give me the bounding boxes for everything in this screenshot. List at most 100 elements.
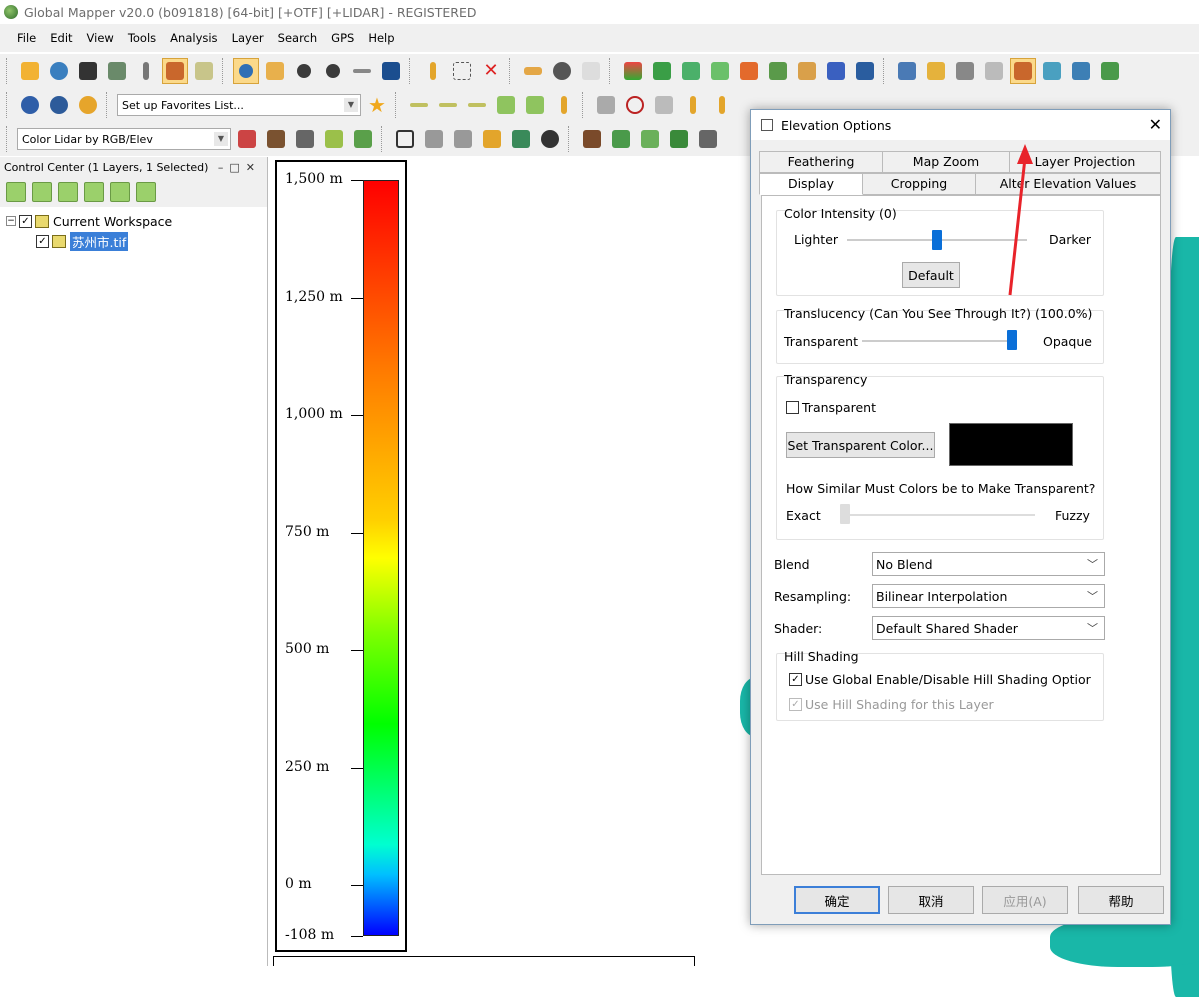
bug-icon[interactable] [537,126,563,152]
workspace-node[interactable]: − ✓ Current Workspace [6,211,267,231]
grass-icon[interactable] [608,126,634,152]
layer-label[interactable]: 苏州市.tif [70,231,129,251]
edit-shape-icon[interactable] [709,92,735,118]
pan-hand-icon[interactable] [262,58,288,84]
web-globe-icon[interactable] [17,92,43,118]
open-folder-icon[interactable] [17,58,43,84]
tab-map-zoom[interactable]: Map Zoom [882,151,1010,173]
terrain-icon-3[interactable] [678,58,704,84]
water-icon[interactable] [1039,58,1065,84]
lidar-points-icon[interactable] [234,126,260,152]
mountain-icon[interactable] [579,126,605,152]
ruler-icon[interactable] [1010,58,1036,84]
terrain-icon-5[interactable] [736,58,762,84]
layer-view-eye-icon[interactable] [136,182,156,202]
menu-view[interactable]: View [80,31,121,45]
building-icon[interactable] [695,126,721,152]
classify-icon[interactable] [508,126,534,152]
menu-help[interactable]: Help [361,31,401,45]
pencil-icon[interactable] [420,58,446,84]
tab-display[interactable]: Display [759,173,863,195]
terrain-icon-1[interactable] [620,58,646,84]
terrain-icon-6[interactable] [765,58,791,84]
target-icon[interactable] [622,92,648,118]
feature-info-icon[interactable] [578,58,604,84]
lidar-color-dropdown[interactable]: Color Lidar by RGB/Elev ▼ [17,128,231,150]
export-icon[interactable] [104,58,130,84]
digitize-edit-icon[interactable] [551,92,577,118]
lidar-terrain-icon[interactable] [263,126,289,152]
digitize-curve-icon[interactable] [464,92,490,118]
terrain-icon-8[interactable] [823,58,849,84]
blend-select[interactable]: No Blend ﹀ [872,552,1105,576]
default-button[interactable]: Default [902,262,960,288]
menu-search[interactable]: Search [271,31,325,45]
layer-node[interactable]: ✓ 苏州市.tif [6,231,267,251]
bush-icon[interactable] [637,126,663,152]
globe-icon[interactable] [46,58,72,84]
save-icon[interactable] [75,58,101,84]
measure-icon[interactable] [520,58,546,84]
water-drop-icon[interactable] [1068,58,1094,84]
info-icon[interactable] [549,58,575,84]
wrench-icon[interactable] [133,58,159,84]
menu-file[interactable]: File [10,31,43,45]
cancel-button[interactable]: 取消 [888,886,974,914]
menu-edit[interactable]: Edit [43,31,79,45]
zoom-out-icon[interactable] [320,58,346,84]
cursor-icon[interactable] [952,58,978,84]
terrain-icon-2[interactable] [649,58,675,84]
set-transparent-color-button[interactable]: Set Transparent Color... [786,432,935,458]
gear-icon[interactable] [46,92,72,118]
tree-icon[interactable] [1097,58,1123,84]
lidar-grid-icon[interactable] [321,126,347,152]
toolbar-grip[interactable] [6,92,12,118]
digitize-line-icon[interactable] [435,92,461,118]
zoom-in-icon[interactable] [291,58,317,84]
digitize-area-icon[interactable] [493,92,519,118]
lidar-tree-icon[interactable] [350,126,376,152]
terrain-icon-4[interactable] [707,58,733,84]
transparent-checkbox[interactable] [786,401,799,414]
point-search-icon[interactable] [450,126,476,152]
point-cloud-icon[interactable] [421,126,447,152]
similarity-slider[interactable] [840,514,1035,516]
terrain-icon-7[interactable] [794,58,820,84]
layer-zoom-icon[interactable] [110,182,130,202]
transparent-color-swatch[interactable] [949,423,1073,466]
layer-close-icon[interactable] [58,182,78,202]
back-arrow-icon[interactable] [349,58,375,84]
menu-analysis[interactable]: Analysis [163,31,224,45]
moon-icon[interactable] [75,92,101,118]
collapse-toggle-icon[interactable]: − [6,216,16,226]
global-hill-shading-checkbox[interactable]: ✓ [789,673,802,686]
toolbar-grip[interactable] [6,126,12,152]
edit-vertex-icon[interactable] [680,92,706,118]
translucency-slider[interactable] [862,340,1017,342]
delete-icon[interactable]: ✕ [478,58,504,84]
triangle-icon[interactable] [392,126,418,152]
grid-edit-icon[interactable] [651,92,677,118]
close-icon[interactable]: ✕ [1149,115,1162,134]
select-rect-icon[interactable] [449,58,475,84]
tab-feathering[interactable]: Feathering [759,151,883,173]
tree-icon[interactable] [666,126,692,152]
workspace-checkbox[interactable]: ✓ [19,214,32,228]
help-button[interactable]: 帮助 [1078,886,1164,914]
zoom-tool-icon[interactable] [233,58,259,84]
menu-layer[interactable]: Layer [225,31,271,45]
ok-button[interactable]: 确定 [794,886,880,914]
menu-tools[interactable]: Tools [121,31,163,45]
toolbar-grip[interactable] [6,58,12,84]
shader-select[interactable]: Default Shared Shader ﹀ [872,616,1105,640]
filter-icon[interactable] [479,126,505,152]
layer-search-icon[interactable] [6,182,26,202]
3d-icon[interactable] [981,58,1007,84]
home-icon[interactable] [378,58,404,84]
color-intensity-thumb[interactable] [932,230,942,250]
snap-icon[interactable] [593,92,619,118]
grid-icon[interactable] [894,58,920,84]
translucency-thumb[interactable] [1007,330,1017,350]
layer-list-icon[interactable] [32,182,52,202]
star-icon[interactable]: ★ [364,92,390,118]
